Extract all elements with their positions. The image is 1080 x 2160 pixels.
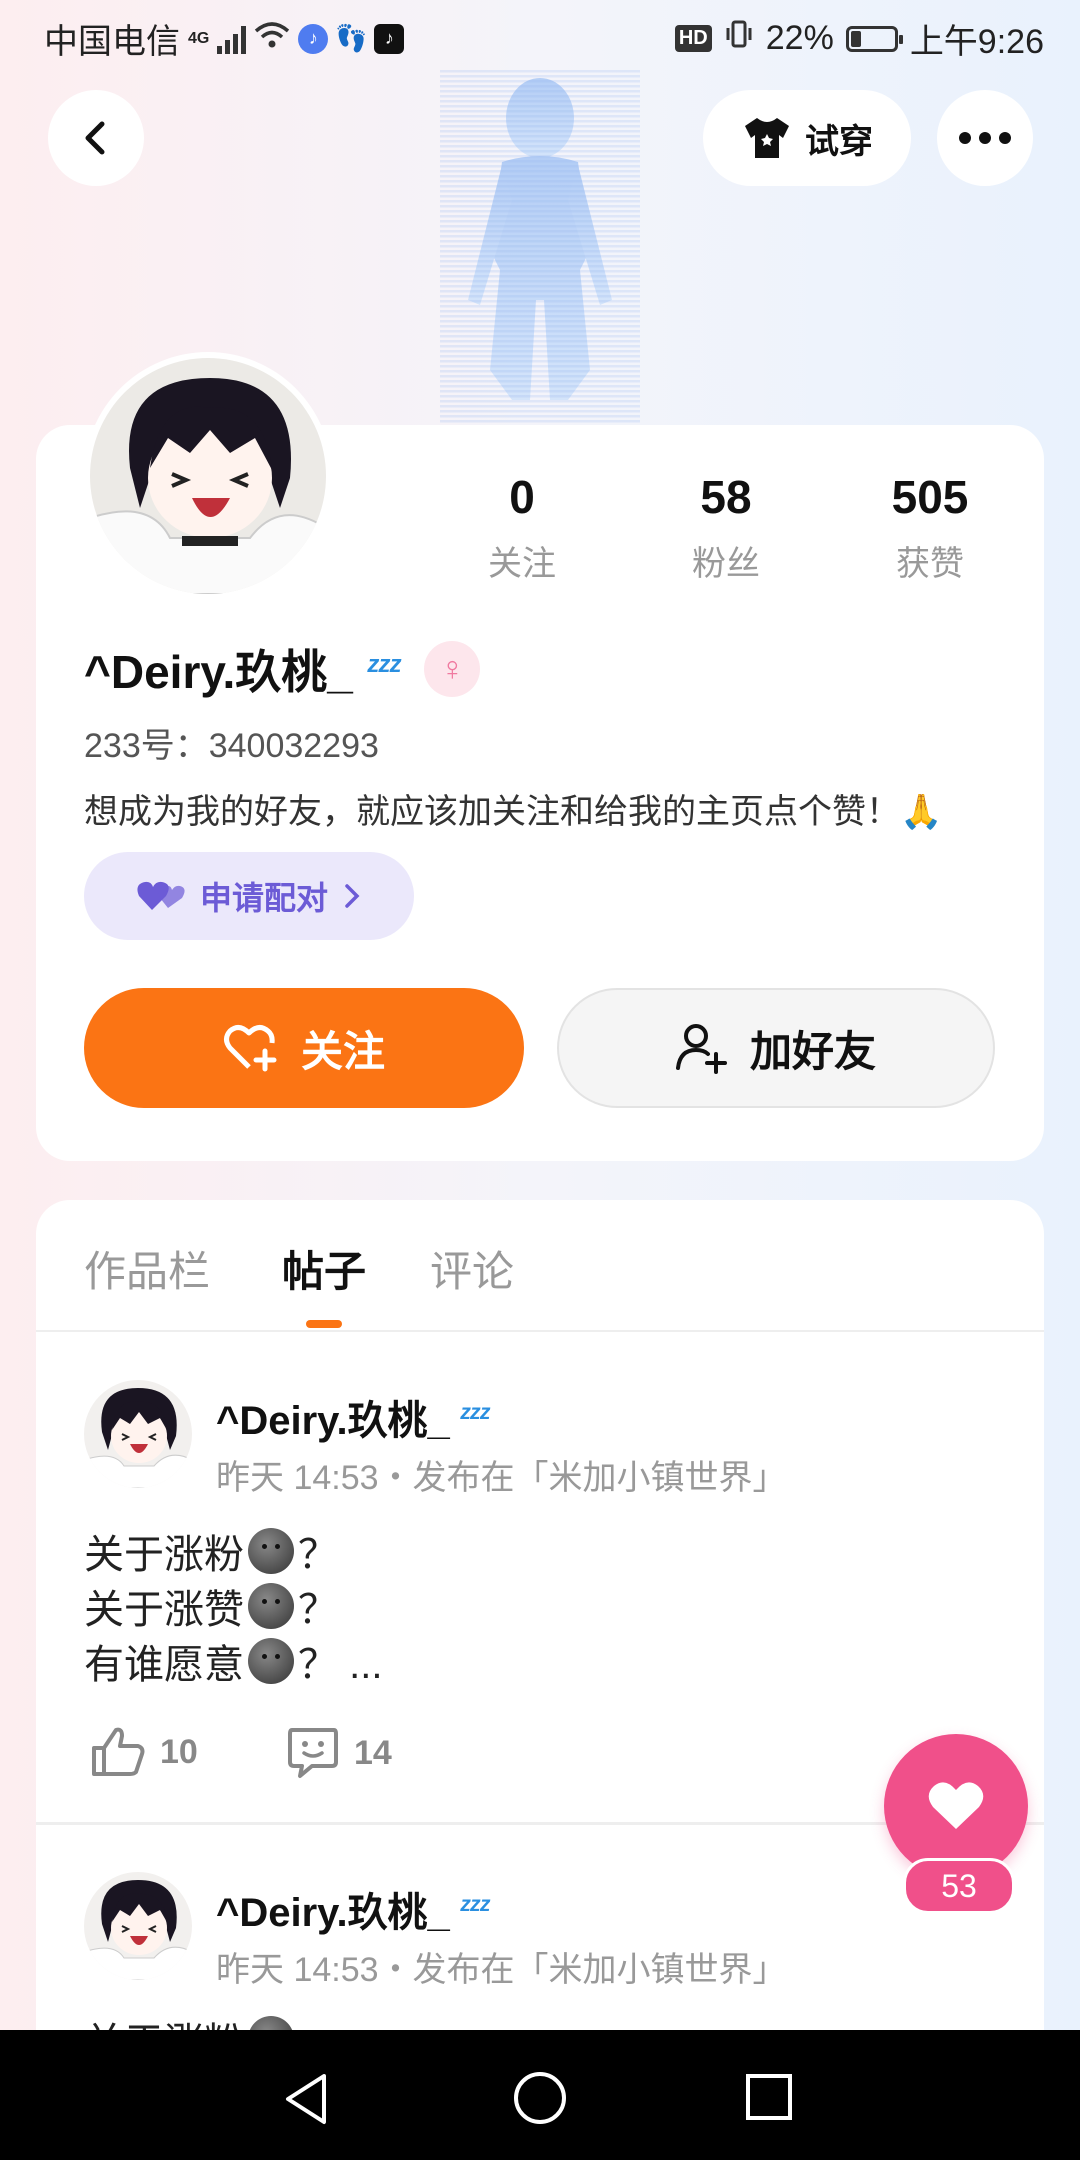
thumbs-up-icon: [92, 1727, 145, 1776]
status-left: 中国电信 4G ♪ 👣 ♪: [44, 14, 405, 63]
post-author-row: ^Deiry.玖桃_ ᶻᶻᶻ: [216, 1880, 489, 1938]
post-author-avatar[interactable]: [84, 1380, 192, 1488]
add-user-icon: [675, 1024, 727, 1074]
more-button[interactable]: [937, 90, 1033, 186]
sleep-zz-icon: ᶻᶻᶻ: [459, 1892, 490, 1925]
post-text-line[interactable]: 关于涨粉 ？: [84, 1522, 338, 1580]
floating-like-count: 53: [903, 1858, 1015, 1914]
system-nav-bar: [0, 2030, 1080, 2160]
status-bar: 中国电信 4G ♪ 👣 ♪ HD 22% 上午9:26: [0, 0, 1080, 72]
avatar-image: [84, 1380, 192, 1488]
bio-text: 想成为我的好友，就应该加关注和给我的主页点个赞！🙏: [84, 793, 943, 831]
stat-value: 0: [509, 471, 535, 523]
add-friend-button[interactable]: 加好友: [557, 988, 995, 1108]
post-text-segment: ？: [298, 1588, 338, 1632]
nav-home-icon[interactable]: [512, 2070, 568, 2126]
music-app-icon: ♪: [298, 23, 329, 54]
try-on-label: 试穿: [805, 122, 873, 161]
try-on-button[interactable]: 试穿: [703, 90, 911, 186]
username-row: ^Deiry.玖桃_ ᶻᶻᶻ ♀: [84, 636, 481, 702]
clock: 上午9:26: [909, 23, 1044, 61]
heart-plus-icon: [223, 1025, 277, 1072]
wifi-icon: [254, 19, 290, 58]
tshirt-icon: [745, 118, 789, 158]
stat-following[interactable]: 0 关注: [452, 470, 592, 585]
post-text-segment: 关于涨粉: [84, 1533, 244, 1577]
post-meta: 昨天 14:53・发布在「米加小镇世界」: [216, 1459, 787, 1497]
post-author-name[interactable]: ^Deiry.玖桃_: [216, 1388, 450, 1446]
request-pair-label: 申请配对: [199, 880, 328, 916]
tab-comments[interactable]: 评论: [430, 1238, 514, 1299]
stat-value: 505: [891, 471, 969, 523]
divider: [36, 1330, 1044, 1332]
post-text-line[interactable]: 有谁愿意 ？ ...: [84, 1632, 382, 1690]
hd-icon: HD: [674, 25, 712, 52]
profile-avatar[interactable]: [84, 352, 332, 600]
post-text-segment: 关于涨赞: [84, 1588, 244, 1632]
battery-icon: [845, 25, 903, 52]
signal-icon: [217, 24, 247, 54]
stat-label: 获赞: [896, 545, 964, 583]
smiley-emoji-icon: [248, 1638, 294, 1684]
username: ^Deiry.玖桃_: [84, 646, 353, 698]
post-meta: 昨天 14:53・发布在「米加小镇世界」: [216, 1951, 787, 1989]
post-text-segment: ？: [298, 1533, 338, 1577]
avatar-image: [90, 358, 326, 594]
post-text-line[interactable]: 关于涨赞 ？: [84, 1577, 338, 1635]
floating-like-button[interactable]: [884, 1734, 1028, 1878]
battery-percent: 22%: [765, 19, 834, 57]
avatar-image: [84, 1872, 192, 1980]
avatar-figure: [440, 70, 640, 430]
user-id: 233号：340032293: [84, 727, 379, 765]
post-text-segment: 有谁愿意: [84, 1643, 244, 1687]
post-author-row: ^Deiry.玖桃_ ᶻᶻᶻ: [216, 1388, 489, 1446]
back-arrow-icon: [85, 121, 105, 155]
request-pair-button[interactable]: 申请配对: [84, 852, 414, 940]
tab-posts[interactable]: 帖子: [282, 1238, 366, 1299]
double-heart-icon: [137, 881, 185, 910]
sleep-zz-icon: ᶻᶻᶻ: [366, 649, 401, 688]
active-tab-indicator: [306, 1320, 342, 1328]
network-type: 4G: [188, 29, 210, 47]
nav-recents-icon[interactable]: [744, 2072, 794, 2122]
stat-label: 关注: [488, 545, 556, 583]
comment-button[interactable]: 14: [286, 1726, 392, 1780]
nav-back-icon[interactable]: [282, 2072, 332, 2126]
back-button[interactable]: [48, 90, 144, 186]
vibrate-icon: [724, 19, 754, 58]
follow-label: 关注: [300, 1027, 385, 1075]
comment-count: 14: [354, 1733, 392, 1772]
chevron-right-icon: [345, 884, 360, 908]
stat-value: 58: [700, 471, 752, 523]
comment-bubble-icon: [288, 1728, 338, 1778]
more-dots-icon: [959, 132, 1011, 144]
carrier-name: 中国电信: [44, 23, 180, 61]
post-author-avatar[interactable]: [84, 1872, 192, 1980]
footprint-app-icon: 👣: [335, 23, 368, 53]
sleep-zz-icon: ᶻᶻᶻ: [459, 1400, 490, 1433]
like-count: 10: [160, 1732, 198, 1771]
post-text-segment: ？ ...: [298, 1643, 383, 1687]
tab-works[interactable]: 作品栏: [84, 1238, 210, 1299]
stat-likes[interactable]: 505 获赞: [860, 470, 1000, 585]
stat-label: 粉丝: [692, 545, 760, 583]
female-gender-icon: ♀: [424, 641, 481, 697]
smiley-emoji-icon: [248, 1583, 294, 1629]
post-author-name[interactable]: ^Deiry.玖桃_: [216, 1880, 450, 1938]
heart-icon: [928, 1782, 984, 1829]
smiley-emoji-icon: [248, 1528, 294, 1574]
follow-button[interactable]: 关注: [84, 988, 524, 1108]
tiktok-app-icon: ♪: [374, 23, 405, 54]
add-friend-label: 加好友: [749, 1027, 876, 1075]
stat-followers[interactable]: 58 粉丝: [656, 470, 796, 585]
like-button[interactable]: 10: [90, 1726, 198, 1778]
status-right: HD 22% 上午9:26: [674, 14, 1044, 63]
